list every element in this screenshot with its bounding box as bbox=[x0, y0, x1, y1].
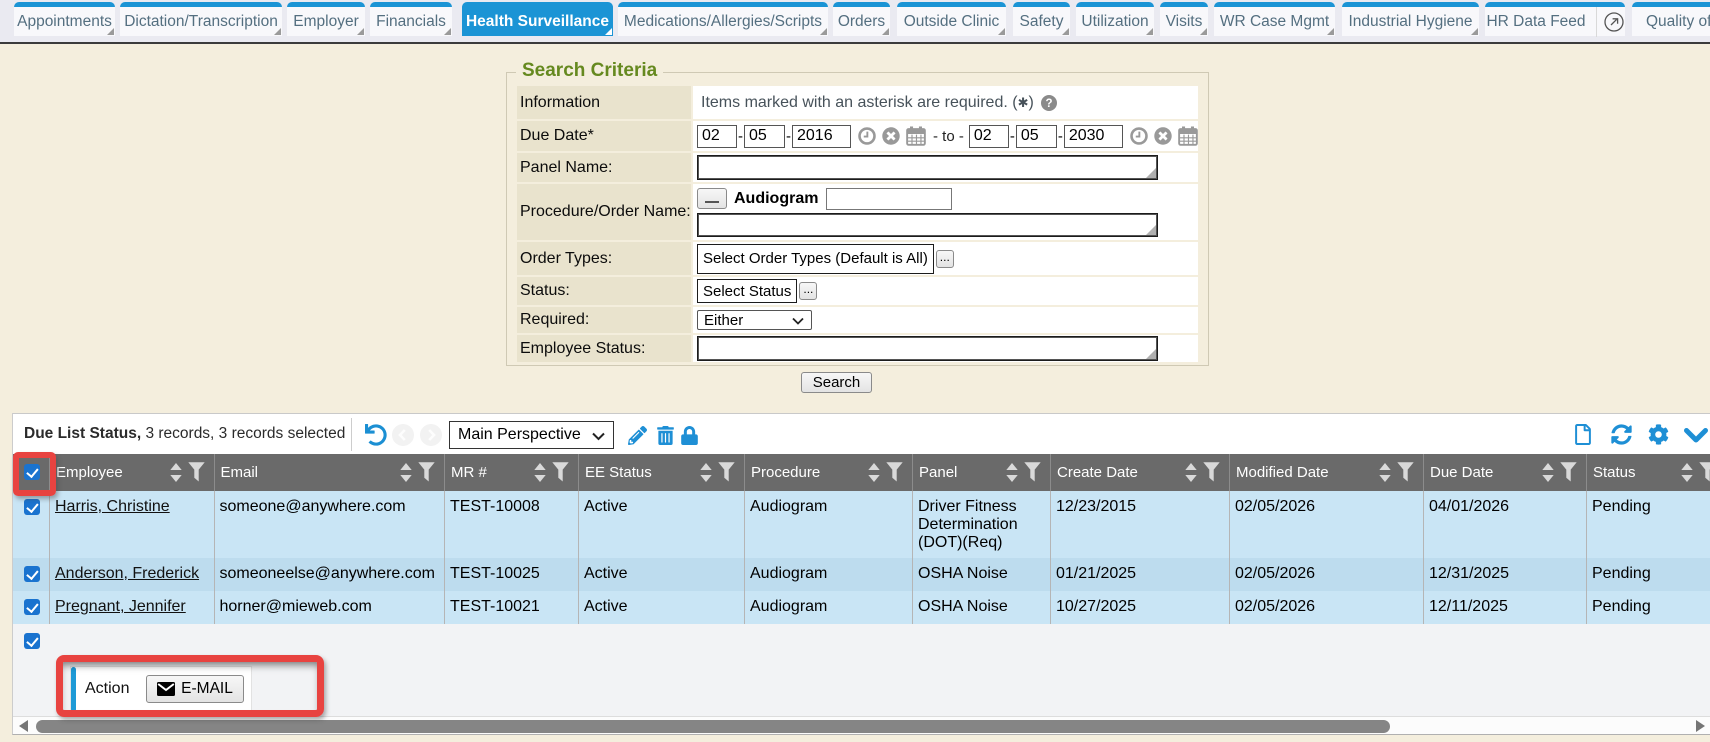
svg-text:?: ? bbox=[1046, 98, 1053, 110]
